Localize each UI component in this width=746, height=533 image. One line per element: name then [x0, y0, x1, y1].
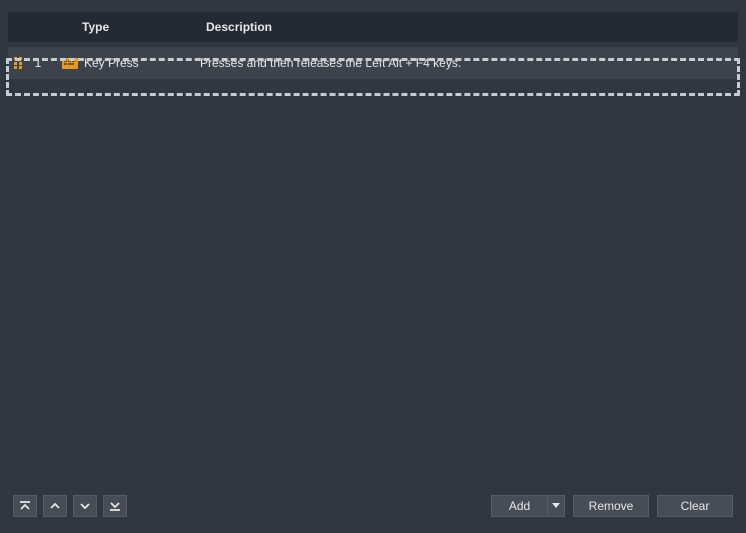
caret-down-icon [552, 503, 560, 508]
table-row[interactable]: 1 Key Press Presses and then releases th… [8, 47, 738, 79]
move-down-button[interactable] [73, 495, 97, 517]
drag-handle-icon[interactable] [8, 57, 28, 69]
row-description: Presses and then releases the Left Alt +… [200, 56, 738, 70]
clear-button[interactable]: Clear [657, 495, 733, 517]
row-index: 1 [28, 56, 48, 70]
chevron-bar-up-icon [18, 499, 32, 513]
chevron-bar-down-icon [108, 499, 122, 513]
chevron-up-icon [48, 499, 62, 513]
keyboard-icon [62, 58, 78, 69]
col-type-header[interactable]: Type [66, 20, 206, 34]
move-up-button[interactable] [43, 495, 67, 517]
row-type-cell: Key Press [48, 56, 200, 70]
add-button[interactable]: Add [491, 495, 547, 517]
move-bottom-button[interactable] [103, 495, 127, 517]
table-header: Type Description [8, 12, 738, 42]
add-dropdown-button[interactable] [547, 495, 565, 517]
move-top-button[interactable] [13, 495, 37, 517]
remove-button[interactable]: Remove [573, 495, 649, 517]
footer-bar: Add Remove Clear [0, 491, 746, 533]
row-type-label: Key Press [84, 56, 139, 70]
chevron-down-icon [78, 499, 92, 513]
col-description-header[interactable]: Description [206, 20, 738, 34]
